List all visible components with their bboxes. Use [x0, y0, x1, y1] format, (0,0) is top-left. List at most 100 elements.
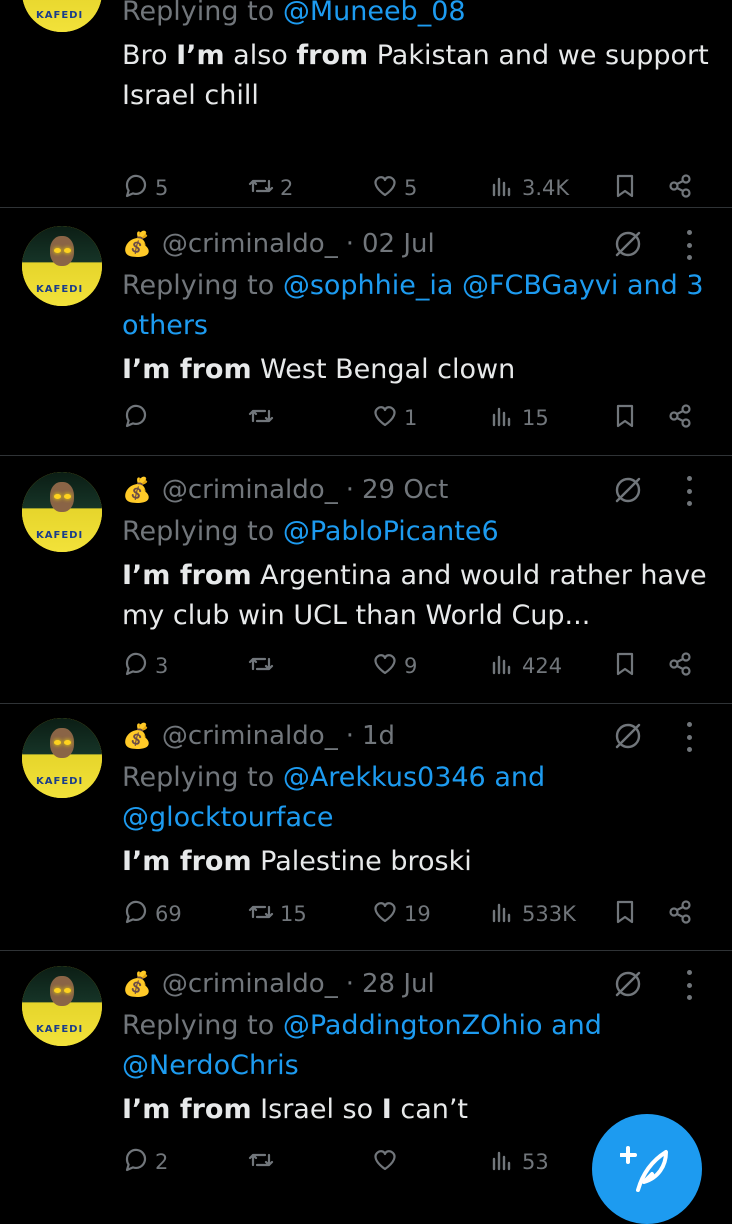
views-button[interactable]: 15 — [488, 398, 549, 438]
tweet-text-segment: Bro — [122, 40, 177, 71]
reply-icon — [121, 171, 151, 206]
user-handle[interactable]: @criminaldo_ — [162, 721, 338, 751]
muted-conversation-icon[interactable] — [612, 968, 644, 1000]
tweet-text-segment: can’t — [391, 1094, 469, 1125]
tweet-text-segment: from — [296, 40, 369, 71]
user-handle[interactable]: @criminaldo_ — [162, 475, 338, 505]
avatar[interactable]: KAFEDI — [22, 226, 102, 306]
money-bag-icon: 💰 — [122, 722, 152, 750]
views-chart-icon — [488, 897, 518, 932]
tweet-text-segment: Palestine broski — [251, 846, 472, 877]
tweet-text: Bro I’m also from Pakistan and we suppor… — [122, 36, 712, 116]
more-options-icon[interactable] — [682, 722, 696, 752]
reply-mentions[interactable]: @Muneeb_08 — [283, 0, 466, 27]
tweet-header: 💰 @criminaldo_ · 28 Jul — [122, 966, 435, 1002]
compose-feather-icon — [620, 1146, 668, 1192]
like-button[interactable]: 19 — [370, 894, 431, 934]
views-button[interactable]: 424 — [488, 646, 562, 686]
views-button[interactable]: 3.4K — [488, 168, 569, 208]
heart-icon — [370, 401, 400, 436]
tweet-date[interactable]: 02 Jul — [362, 229, 435, 259]
like-button[interactable]: 9 — [370, 646, 417, 686]
reply-button[interactable]: 5 — [121, 168, 168, 208]
action-count: 3 — [155, 654, 169, 678]
compose-tweet-button[interactable] — [592, 1114, 702, 1224]
tweet-divider — [0, 950, 732, 951]
bookmark-button[interactable] — [610, 168, 640, 208]
reply-button[interactable]: 3 — [121, 646, 168, 686]
money-bag-icon: 💰 — [122, 476, 152, 504]
heart-icon — [370, 649, 400, 684]
muted-conversation-icon[interactable] — [612, 228, 644, 260]
share-button[interactable] — [665, 894, 695, 934]
retweet-button[interactable] — [246, 398, 280, 438]
retweet-icon — [246, 649, 276, 684]
tweet-text-segment: Israel so — [251, 1094, 382, 1125]
tweet-text-segment: I’m from — [122, 1094, 252, 1125]
action-count: 19 — [404, 902, 431, 926]
action-count: 5 — [404, 176, 418, 200]
avatar[interactable]: KAFEDI — [22, 472, 102, 552]
tweet-header: 💰 @criminaldo_ · 29 Oct — [122, 472, 448, 508]
tweet-text: I’m from Palestine broski — [122, 842, 712, 882]
action-count: 15 — [522, 406, 549, 430]
user-handle[interactable]: @criminaldo_ — [162, 969, 338, 999]
user-handle[interactable]: @criminaldo_ — [162, 229, 338, 259]
action-count: 2 — [155, 1150, 169, 1174]
avatar[interactable]: KAFEDI — [22, 966, 102, 1046]
money-bag-icon: 💰 — [122, 970, 152, 998]
reply-button[interactable]: 69 — [121, 894, 182, 934]
tweet-divider — [0, 207, 732, 208]
reply-mentions[interactable]: @PabloPicante6 — [283, 516, 499, 547]
views-chart-icon — [488, 401, 518, 436]
views-button[interactable]: 53 — [488, 1142, 549, 1182]
retweet-button[interactable]: 15 — [246, 894, 307, 934]
tweet-date[interactable]: 28 Jul — [362, 969, 435, 999]
share-button[interactable] — [665, 398, 695, 438]
separator-dot: · — [345, 229, 354, 259]
share-button[interactable] — [665, 168, 695, 208]
bookmark-icon — [610, 171, 640, 206]
action-count: 69 — [155, 902, 182, 926]
like-button[interactable] — [370, 1142, 404, 1182]
retweet-button[interactable] — [246, 1142, 280, 1182]
muted-conversation-icon[interactable] — [612, 720, 644, 752]
reply-button[interactable]: 2 — [121, 1142, 168, 1182]
more-options-icon[interactable] — [682, 476, 696, 506]
share-icon — [665, 649, 695, 684]
like-button[interactable]: 1 — [370, 398, 417, 438]
replying-to-line: Replying to @sophhie_ia @FCBGayvi and 3 … — [122, 266, 712, 346]
tweet-text-segment: West Bengal clown — [251, 354, 516, 385]
muted-conversation-icon[interactable] — [612, 474, 644, 506]
retweet-button[interactable]: 2 — [246, 168, 293, 208]
tweet[interactable]: KAFEDI 💰 @criminaldo_ · 02 Jul Replying to @s… — [0, 226, 732, 430]
reply-button[interactable] — [121, 398, 155, 438]
more-options-icon[interactable] — [682, 230, 696, 260]
avatar-shirt-text: KAFEDI — [36, 776, 84, 787]
tweet-divider — [0, 703, 732, 704]
tweet[interactable]: KAFEDI💰@criminaldo_·11 OctReplying to @M… — [0, 0, 732, 200]
avatar[interactable]: KAFEDI — [22, 0, 102, 32]
bookmark-button[interactable] — [610, 646, 640, 686]
bookmark-icon — [610, 401, 640, 436]
tweet[interactable]: KAFEDI 💰 @criminaldo_ · 1d Replying to @Arekk… — [0, 718, 732, 926]
bookmark-button[interactable] — [610, 894, 640, 934]
share-icon — [665, 897, 695, 932]
replying-to-line: Replying to @Arekkus0346 and @glocktourf… — [122, 758, 712, 838]
avatar[interactable]: KAFEDI — [22, 718, 102, 798]
tweet-actions: 69 15 19 533K — [0, 894, 732, 934]
action-count: 5 — [155, 176, 169, 200]
replying-to-label: Replying to — [122, 0, 283, 27]
action-count: 1 — [404, 406, 418, 430]
retweet-button[interactable] — [246, 646, 280, 686]
more-options-icon[interactable] — [682, 970, 696, 1000]
views-button[interactable]: 533K — [488, 894, 576, 934]
like-button[interactable]: 5 — [370, 168, 417, 208]
share-button[interactable] — [665, 646, 695, 686]
tweet-date[interactable]: 29 Oct — [362, 475, 448, 505]
avatar-shirt-text: KAFEDI — [36, 530, 84, 541]
bookmark-button[interactable] — [610, 398, 640, 438]
tweet-date[interactable]: 1d — [362, 721, 395, 751]
tweet[interactable]: KAFEDI 💰 @criminaldo_ · 29 Oct Replying to @P… — [0, 472, 732, 678]
avatar-shirt-text: KAFEDI — [36, 1024, 84, 1035]
